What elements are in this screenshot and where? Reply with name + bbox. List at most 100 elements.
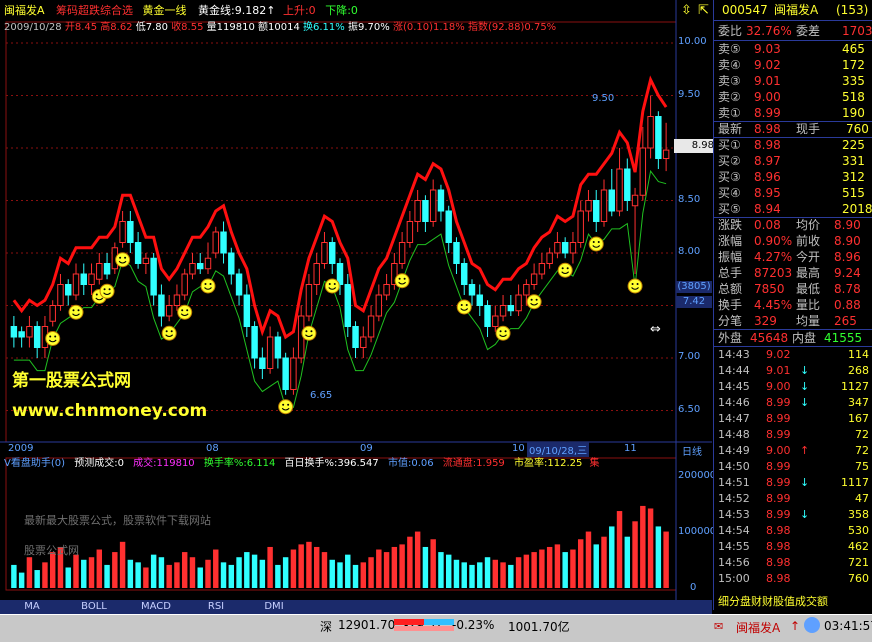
volume-bar: [337, 562, 343, 588]
tab-rsi[interactable]: RSI: [196, 601, 236, 613]
sell-row[interactable]: 卖④ 9.02 172: [714, 57, 872, 73]
stat-row[interactable]: 分笔 329 均量 265: [714, 313, 872, 329]
tab-macd[interactable]: MACD: [134, 601, 178, 613]
tab-dmi[interactable]: DMI: [254, 601, 294, 613]
tick-row[interactable]: 14:50 8.99 75: [714, 459, 872, 475]
buy-row[interactable]: 买① 8.98 225: [714, 137, 872, 153]
tick-row[interactable]: 14:48 8.99 72: [714, 427, 872, 443]
inner-label: 内盘: [792, 331, 817, 345]
candle-body: [57, 284, 64, 306]
tick-price: 9.02: [766, 348, 791, 361]
sell-label: 卖⑤: [718, 42, 741, 56]
candle-body: [453, 242, 460, 264]
lock-icon[interactable]: ⇳: [681, 4, 695, 18]
price-label: 8.00: [678, 246, 701, 257]
smiley-eye: [561, 267, 564, 270]
candle-body: [96, 263, 103, 280]
tick-price: 8.99: [766, 460, 791, 473]
tick-row[interactable]: 14:45 9.00 ↓ 1127: [714, 379, 872, 395]
stat-row[interactable]: 振幅 4.27% 今开 8.96: [714, 249, 872, 265]
tick-time: 14:52: [718, 492, 750, 505]
indicator-name[interactable]: 筹码超跌综合选: [56, 4, 133, 17]
candle-body: [468, 284, 476, 296]
candle-body: [282, 357, 289, 390]
sell-row[interactable]: 卖① 8.99 190: [714, 105, 872, 121]
tick-row[interactable]: 14:54 8.98 530: [714, 523, 872, 539]
tick-row[interactable]: 14:43 9.02 114: [714, 347, 872, 363]
bar-close: 收8.55: [171, 22, 204, 33]
tick-row[interactable]: 14:51 8.99 ↓ 1117: [714, 475, 872, 491]
volume-bar: [267, 546, 273, 588]
candle-body: [577, 210, 584, 243]
tick-row[interactable]: 14:53 8.99 ↓ 358: [714, 507, 872, 523]
period-label[interactable]: 日线: [682, 443, 702, 458]
stat-label: 前收: [796, 234, 821, 248]
tab-boll[interactable]: BOLL: [72, 601, 116, 613]
buy-row[interactable]: 买② 8.97 331: [714, 153, 872, 169]
buy-label: 买①: [718, 138, 741, 152]
volume-bar: [399, 544, 405, 588]
tick-row[interactable]: 14:56 8.98 721: [714, 555, 872, 571]
tick-row[interactable]: 15:00 8.98 760: [714, 571, 872, 587]
kline-chart-svg[interactable]: [0, 0, 712, 600]
tick-volume: 1127: [841, 380, 869, 393]
sell-row[interactable]: 卖② 9.00 518: [714, 89, 872, 105]
volume-bar: [352, 564, 359, 588]
bar-change: 涨(0.10)1.18%: [392, 22, 465, 33]
candle-body: [321, 242, 328, 264]
buy-row[interactable]: 买③ 8.96 312: [714, 169, 872, 185]
price-label: 8.50: [678, 193, 701, 205]
tick-row[interactable]: 14:44 9.01 ↓ 268: [714, 363, 872, 379]
vol-axis-label-100000: 100000: [678, 526, 717, 537]
buy-row[interactable]: 买⑤ 8.94 2018: [714, 201, 872, 217]
tick-row[interactable]: 14:55 8.98 462: [714, 539, 872, 555]
bar-amplitude: 振9.70%: [347, 22, 390, 33]
stat-row[interactable]: 换手 4.45% 量比 0.88: [714, 297, 872, 313]
sell-row[interactable]: 卖③ 9.01 335: [714, 73, 872, 89]
sell-row[interactable]: 卖⑤ 9.03 465: [714, 41, 872, 57]
stat-row[interactable]: 总手 87203 最高 9.24: [714, 265, 872, 281]
tick-row[interactable]: 14:47 8.99 167: [714, 411, 872, 427]
tab-ma[interactable]: MA: [12, 601, 52, 613]
volume-bar: [616, 511, 623, 588]
candle-body: [266, 336, 274, 369]
stat-label: 涨幅: [718, 234, 743, 248]
tick-price: 8.98: [766, 540, 791, 553]
expand-icon[interactable]: ⇱: [698, 4, 710, 18]
tick-price: 9.01: [766, 364, 791, 377]
sell-price: 9.02: [754, 58, 781, 72]
alert-icon[interactable]: ✉: [714, 620, 723, 633]
chart-header-line2: 2009/10/28 开8.45 高8.62 低7.80 收8.55 量1198…: [4, 21, 556, 34]
volume-bar: [127, 559, 134, 588]
quote-panel: 000547 闽福发A (153) 委比 32.76% 委差 1703 卖⑤ 9.…: [713, 0, 872, 610]
stat-row[interactable]: 总额 7850 最低 8.78: [714, 281, 872, 297]
stat-label: 涨跌: [718, 218, 743, 232]
smiley-eye: [535, 298, 538, 301]
candle-body: [212, 231, 219, 254]
candle-body: [228, 252, 235, 275]
volume-bar: [34, 570, 40, 588]
stat-row[interactable]: 涨跌 0.08 均价 8.90: [714, 217, 872, 233]
sell-label: 卖②: [718, 90, 741, 104]
stock-name: 闽福发A: [4, 4, 45, 17]
smiley-face: [557, 262, 573, 278]
volume-bar: [236, 557, 242, 588]
diff-label: 委差: [796, 24, 821, 38]
tick-direction: ↓: [800, 380, 810, 393]
candle-body: [538, 263, 546, 275]
candle-body: [546, 252, 553, 264]
vol-title[interactable]: V看盘助手(0): [4, 458, 65, 469]
stat-value: 0.88: [834, 298, 861, 312]
sell-label: 卖③: [718, 74, 741, 88]
chart-panel[interactable]: 闽福发A 筹码超跌综合选 黄金一线 黄金线:9.182↑ 上升:0 下降:0 2…: [0, 0, 716, 600]
status-stock-name[interactable]: 闽福发A: [736, 619, 780, 636]
tick-row[interactable]: 14:46 8.99 ↓ 347: [714, 395, 872, 411]
stat-row[interactable]: 涨幅 0.90% 前收 8.90: [714, 233, 872, 249]
right-bottom-tabs[interactable]: 细分盘财财股值成交额: [714, 594, 872, 610]
tick-row[interactable]: 14:49 9.00 ↑ 72: [714, 443, 872, 459]
vol-float: 流通盘:1.959: [442, 458, 505, 469]
volume-bar: [632, 521, 638, 588]
tick-row[interactable]: 14:52 8.99 47: [714, 491, 872, 507]
buy-row[interactable]: 买④ 8.95 515: [714, 185, 872, 201]
outer-label: 外盘: [718, 331, 743, 345]
